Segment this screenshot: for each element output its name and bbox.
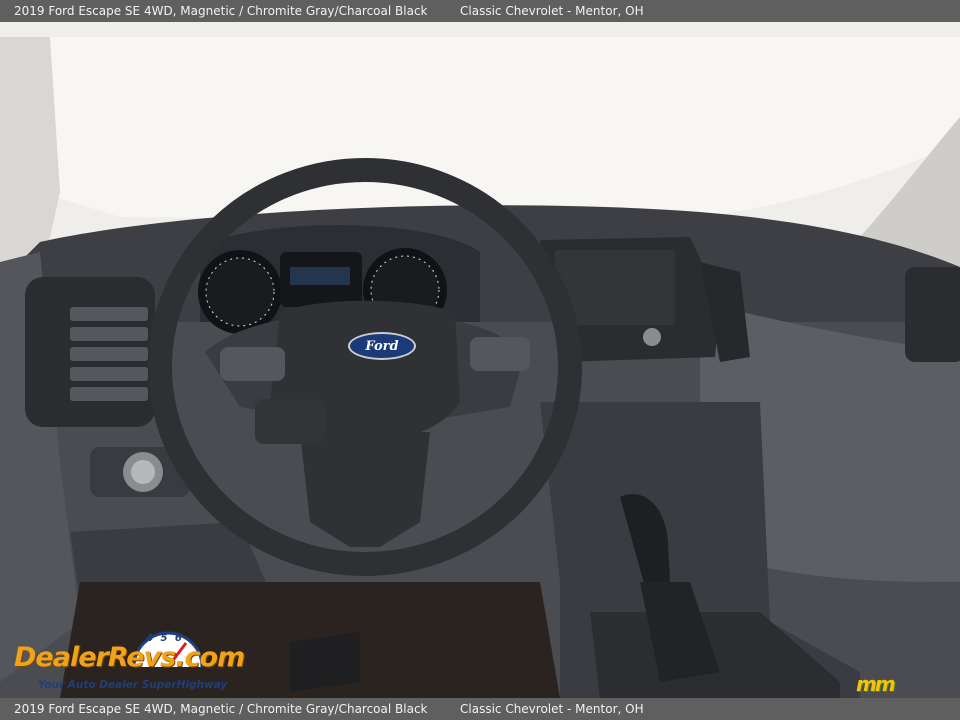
pedal xyxy=(290,632,360,692)
dealer-location: Classic Chevrolet - Mentor, OH xyxy=(460,4,644,18)
watermark-tagline: Your Auto Dealer SuperHighway xyxy=(38,679,228,691)
ford-badge-text: Ford xyxy=(365,338,399,354)
watermark-brand: DealerRevs.com xyxy=(14,642,245,673)
mm-watermark-badge: mm xyxy=(856,672,896,696)
vehicle-description: 2019 Ford Escape SE 4WD, Magnetic / Chro… xyxy=(14,4,428,18)
right-air-vent xyxy=(905,267,960,362)
interior-photo: Ford xyxy=(0,22,960,698)
dealer-location-bottom: Classic Chevrolet - Mentor, OH xyxy=(460,702,644,716)
left-air-vent xyxy=(25,277,155,427)
caption-bar-top: 2019 Ford Escape SE 4WD, Magnetic / Chro… xyxy=(0,0,960,22)
dashboard-illustration xyxy=(0,22,960,698)
vehicle-description-bottom: 2019 Ford Escape SE 4WD, Magnetic / Chro… xyxy=(14,702,428,716)
right-wheel-controls xyxy=(470,337,530,371)
caption-bar-bottom: 2019 Ford Escape SE 4WD, Magnetic / Chro… xyxy=(0,698,960,720)
ford-badge: Ford xyxy=(348,332,416,360)
